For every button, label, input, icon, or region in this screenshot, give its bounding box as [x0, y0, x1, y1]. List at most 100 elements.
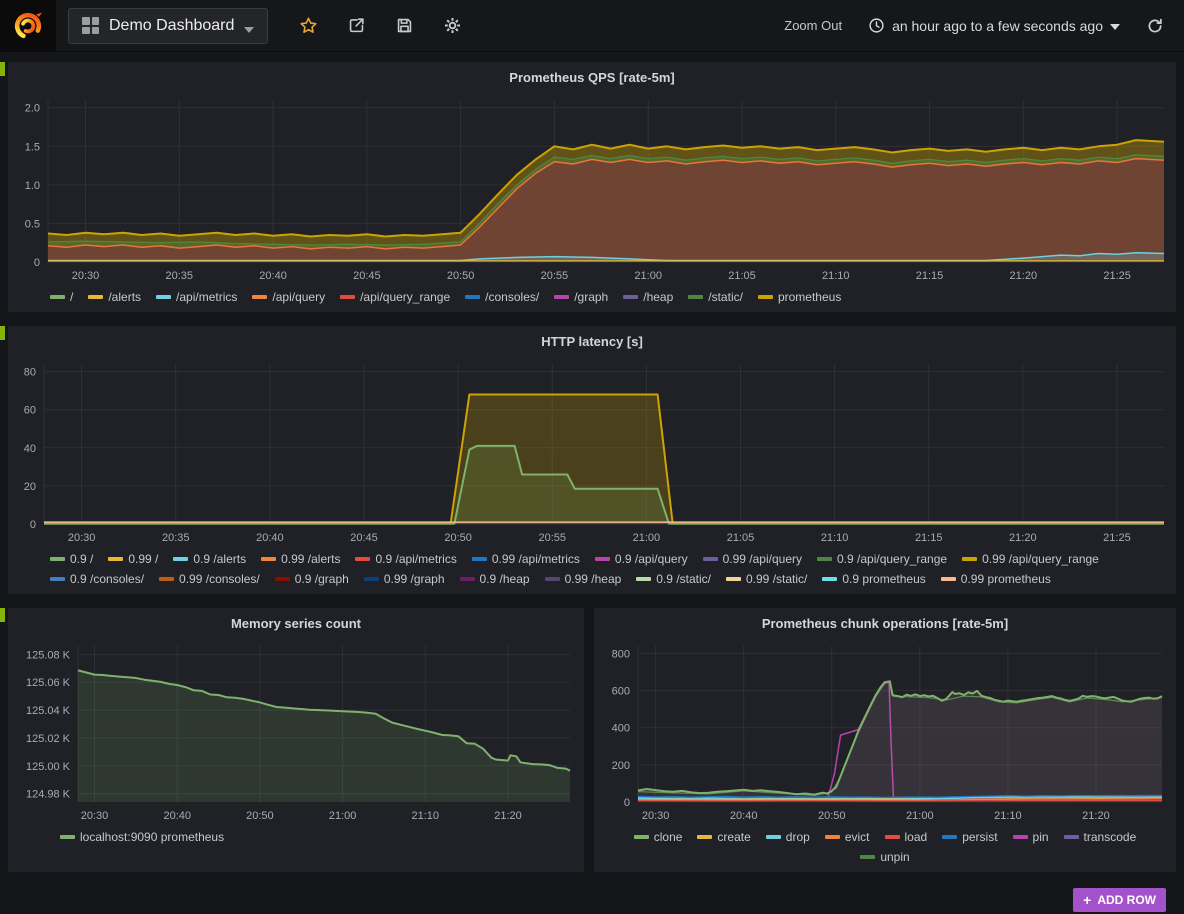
legend-item[interactable]: prometheus — [758, 290, 841, 304]
star-button[interactable] — [299, 16, 318, 35]
legend-item[interactable]: 0.9 /heap — [460, 572, 530, 586]
legend-item[interactable]: transcode — [1064, 830, 1137, 844]
legend-item[interactable]: 0.9 /static/ — [636, 572, 711, 586]
legend-item[interactable]: 0.99 /api/metrics — [472, 552, 580, 566]
legend-item[interactable]: 0.9 prometheus — [822, 572, 925, 586]
legend-item[interactable]: pin — [1013, 830, 1049, 844]
legend-item[interactable]: /api/metrics — [156, 290, 237, 304]
legend-swatch — [50, 557, 65, 561]
svg-text:21:05: 21:05 — [728, 270, 756, 282]
legend-item[interactable]: 0.99 /consoles/ — [159, 572, 260, 586]
latency-chart[interactable]: 20:3020:3520:4020:4520:5020:5521:0021:05… — [8, 354, 1176, 550]
legend-swatch — [697, 835, 712, 839]
legend-item[interactable]: /api/query — [252, 290, 325, 304]
svg-text:21:10: 21:10 — [412, 810, 440, 822]
legend-label: pin — [1033, 830, 1049, 844]
gear-icon — [443, 16, 462, 35]
time-range-label: an hour ago to a few seconds ago — [892, 18, 1103, 34]
svg-text:0: 0 — [34, 257, 40, 269]
legend-item[interactable]: 0.9 /api/query_range — [817, 552, 947, 566]
legend-item[interactable]: 0.9 / — [50, 552, 93, 566]
share-button[interactable] — [347, 16, 366, 35]
row-bottom: Memory series count 20:3020:4020:5021:00… — [8, 608, 1176, 872]
legend-label: 0.99 /api/query — [723, 552, 802, 566]
time-range-picker[interactable]: an hour ago to a few seconds ago — [868, 17, 1120, 34]
legend-swatch — [817, 557, 832, 561]
row-menu-tab[interactable] — [0, 62, 5, 76]
svg-text:20:35: 20:35 — [162, 532, 190, 544]
svg-text:20:40: 20:40 — [259, 270, 287, 282]
legend-item[interactable]: /api/query_range — [340, 290, 450, 304]
legend-swatch — [465, 295, 480, 299]
legend-item[interactable]: 0.99 /api/query_range — [962, 552, 1099, 566]
panel-title[interactable]: Prometheus QPS [rate-5m] — [8, 62, 1176, 90]
legend-item[interactable]: 0.99 /static/ — [726, 572, 807, 586]
svg-text:125.02 K: 125.02 K — [26, 733, 71, 745]
legend-label: 0.99 /heap — [565, 572, 622, 586]
legend-item[interactable]: unpin — [860, 850, 909, 864]
row-menu-tab[interactable] — [0, 326, 5, 340]
legend-item[interactable]: 0.99 /alerts — [261, 552, 340, 566]
legend-item[interactable]: 0.99 /api/query — [703, 552, 802, 566]
legend-label: transcode — [1084, 830, 1137, 844]
legend-item[interactable]: 0.99 prometheus — [941, 572, 1051, 586]
settings-button[interactable] — [443, 16, 462, 35]
save-button[interactable] — [395, 16, 414, 35]
legend-item[interactable]: /alerts — [88, 290, 141, 304]
legend-item[interactable]: /static/ — [688, 290, 743, 304]
svg-text:80: 80 — [24, 367, 36, 379]
legend-item[interactable]: /heap — [623, 290, 673, 304]
legend-item[interactable]: /consoles/ — [465, 290, 539, 304]
grafana-logo[interactable] — [0, 0, 56, 52]
legend-item[interactable]: 0.9 /alerts — [173, 552, 246, 566]
refresh-button[interactable] — [1146, 17, 1164, 35]
legend-label: 0.99 /static/ — [746, 572, 807, 586]
legend-item[interactable]: load — [885, 830, 928, 844]
row-menu-tab[interactable] — [0, 608, 5, 622]
legend-swatch — [1013, 835, 1028, 839]
legend-item[interactable]: 0.9 /consoles/ — [50, 572, 144, 586]
legend-item[interactable]: localhost:9090 prometheus — [60, 830, 224, 844]
legend-label: /api/query_range — [360, 290, 450, 304]
legend-label: drop — [786, 830, 810, 844]
dashboard-picker[interactable]: Demo Dashboard — [68, 8, 268, 44]
panel-title[interactable]: HTTP latency [s] — [8, 326, 1176, 354]
legend-item[interactable]: 0.9 /api/metrics — [355, 552, 456, 566]
add-row-button[interactable]: + ADD ROW — [1073, 888, 1166, 912]
panel-qps: Prometheus QPS [rate-5m] 20:3020:3520:40… — [8, 62, 1176, 312]
panel-title[interactable]: Memory series count — [8, 608, 584, 636]
qps-chart[interactable]: 20:3020:3520:4020:4520:5020:5521:0021:05… — [8, 90, 1176, 288]
legend-label: 0.99 / — [128, 552, 158, 566]
legend-item[interactable]: evict — [825, 830, 870, 844]
legend-swatch — [822, 577, 837, 581]
legend-swatch — [173, 557, 188, 561]
save-icon — [395, 16, 414, 35]
legend-item[interactable]: clone — [634, 830, 683, 844]
svg-text:21:20: 21:20 — [494, 810, 522, 822]
chunk-ops-chart[interactable]: 20:3020:4020:5021:0021:1021:200200400600… — [594, 636, 1176, 828]
legend-item[interactable]: /graph — [554, 290, 608, 304]
memory-chart[interactable]: 20:3020:4020:5021:0021:1021:20124.98 K12… — [8, 636, 584, 828]
legend-swatch — [460, 577, 475, 581]
legend-item[interactable]: create — [697, 830, 750, 844]
legend-item[interactable]: 0.9 /graph — [275, 572, 349, 586]
legend-item[interactable]: persist — [942, 830, 997, 844]
grafana-logo-icon — [8, 6, 48, 46]
svg-text:20:35: 20:35 — [166, 270, 194, 282]
legend-item[interactable]: 0.99 /heap — [545, 572, 622, 586]
zoom-out-button[interactable]: Zoom Out — [784, 18, 842, 33]
svg-text:124.98 K: 124.98 K — [26, 789, 71, 801]
legend-label: 0.9 /api/metrics — [375, 552, 456, 566]
svg-text:21:20: 21:20 — [1009, 532, 1037, 544]
legend-item[interactable]: 0.99 / — [108, 552, 158, 566]
svg-text:20:50: 20:50 — [444, 532, 472, 544]
svg-text:21:20: 21:20 — [1082, 810, 1110, 822]
legend-swatch — [595, 557, 610, 561]
svg-text:20:50: 20:50 — [818, 810, 846, 822]
legend-item[interactable]: / — [50, 290, 73, 304]
panel-title[interactable]: Prometheus chunk operations [rate-5m] — [594, 608, 1176, 636]
plus-icon: + — [1083, 895, 1091, 905]
legend-item[interactable]: 0.99 /graph — [364, 572, 445, 586]
legend-item[interactable]: 0.9 /api/query — [595, 552, 688, 566]
legend-item[interactable]: drop — [766, 830, 810, 844]
